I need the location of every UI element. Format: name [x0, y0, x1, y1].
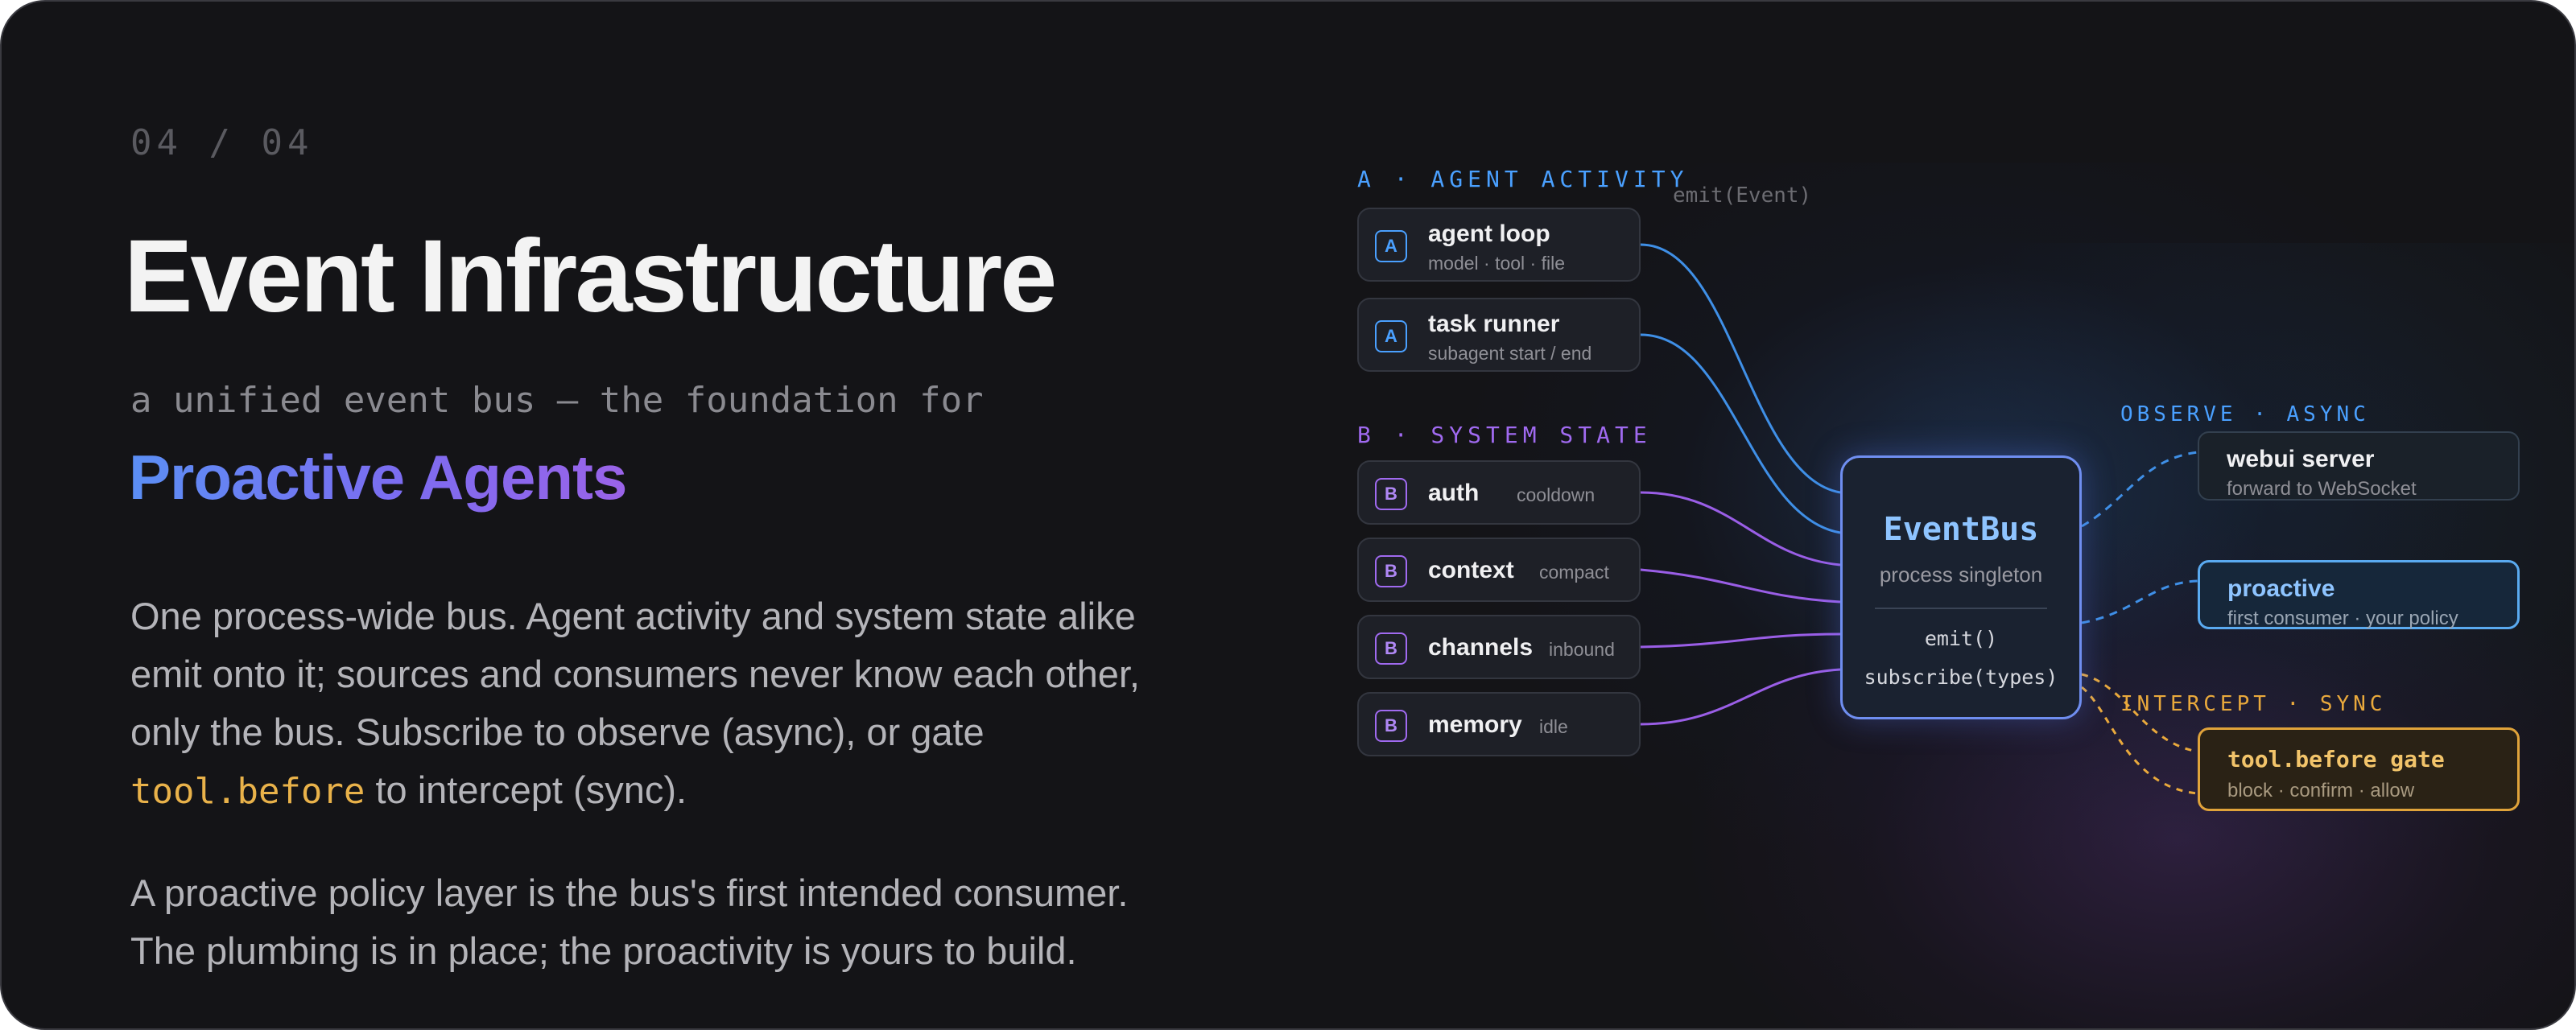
consumer-subtitle: forward to WebSocket — [2227, 478, 2417, 500]
source-node-task-runner[interactable]: A task runner subagent start / end — [1357, 298, 1641, 372]
edge-channels — [1640, 632, 1841, 649]
section-label-state: B · SYSTEM STATE — [1357, 422, 1652, 448]
bus-method-subscribe: subscribe(types) — [1864, 665, 2058, 689]
node-subtitle: idle — [1539, 716, 1568, 737]
badge-icon: B — [1375, 478, 1407, 510]
node-title: task runner — [1428, 311, 1560, 337]
node-title: channels — [1428, 634, 1534, 661]
edge-auth — [1640, 491, 1841, 566]
badge-icon: B — [1375, 555, 1407, 587]
node-title: auth — [1428, 480, 1480, 506]
edge-agent-loop — [1640, 243, 1841, 494]
consumer-subtitle: first consumer · your policy — [2227, 608, 2458, 629]
source-node-memory[interactable]: B memory idle — [1357, 692, 1641, 756]
bus-subtitle: process singleton — [1879, 562, 2043, 587]
badge-icon: B — [1375, 710, 1407, 742]
consumer-node-tool-gate[interactable]: tool.before gate block · confirm · allow — [2198, 727, 2520, 811]
node-subtitle: inbound — [1549, 639, 1615, 660]
divider — [1875, 608, 2047, 609]
consumer-title: webui server — [2227, 446, 2375, 472]
intercept-label: INTERCEPT · SYNC — [2120, 692, 2387, 716]
source-node-auth[interactable]: B auth cooldown — [1357, 460, 1641, 525]
edge-proactive — [2081, 579, 2198, 624]
badge-icon: A — [1375, 230, 1407, 262]
badge-icon: B — [1375, 632, 1407, 665]
edge-memory — [1640, 668, 1841, 726]
node-subtitle: cooldown — [1517, 484, 1596, 505]
node-subtitle: model · tool · file — [1428, 253, 1566, 274]
node-title: context — [1428, 557, 1514, 583]
badge-icon: A — [1375, 320, 1407, 352]
edge-context — [1640, 568, 1841, 604]
node-subtitle: subagent start / end — [1428, 343, 1592, 364]
source-node-agent-loop[interactable]: A agent loop model · tool · file — [1357, 208, 1641, 282]
consumer-node-webui[interactable]: webui server forward to WebSocket — [2198, 431, 2520, 501]
observe-label: OBSERVE · ASYNC — [2120, 402, 2370, 426]
consumer-title: proactive — [2227, 575, 2335, 602]
connection-lines — [1640, 243, 2198, 795]
emit-label: emit(Event) — [1673, 183, 1812, 208]
event-bus-node[interactable]: EventBus process singleton emit() subscr… — [1840, 455, 2082, 719]
edge-webui — [2081, 451, 2198, 528]
consumer-title: tool.before gate — [2227, 746, 2445, 772]
section-label-agent: A · AGENT ACTIVITY — [1357, 166, 1689, 192]
node-title: memory — [1428, 711, 1522, 738]
source-node-context[interactable]: B context compact — [1357, 538, 1641, 602]
source-node-channels[interactable]: B channels inbound — [1357, 615, 1641, 679]
node-title: agent loop — [1428, 220, 1550, 247]
bus-title: EventBus — [1883, 511, 2039, 548]
node-subtitle: compact — [1539, 562, 1609, 583]
bus-method-emit: emit() — [1924, 627, 1998, 650]
consumer-node-proactive[interactable]: proactive first consumer · your policy — [2198, 560, 2520, 629]
slide-card: 04 / 04 Event Infrastructure a unified e… — [0, 0, 2576, 1030]
consumer-subtitle: block · confirm · allow — [2227, 780, 2415, 801]
